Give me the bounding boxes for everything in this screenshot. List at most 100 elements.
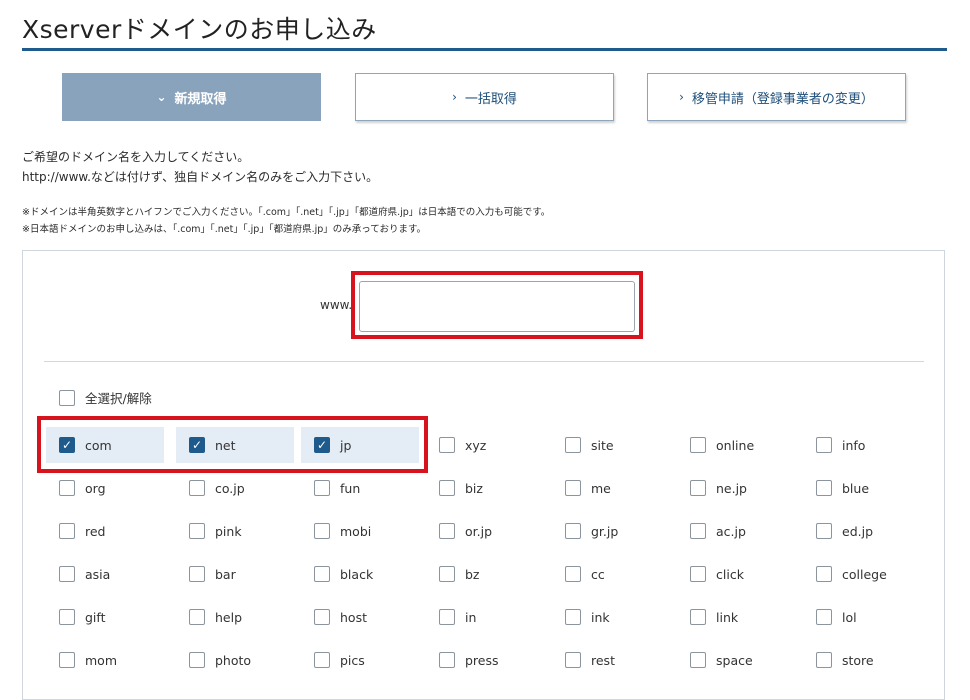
instruction-line-2: http://www.などは付けず、独自ドメイン名のみをご入力下さい。: [22, 170, 379, 184]
checkbox-icon: [439, 609, 455, 625]
tld-label: net: [215, 437, 236, 453]
tld-checkbox[interactable]: in: [439, 609, 476, 625]
checkbox-icon: [816, 480, 832, 496]
tld-checkbox[interactable]: bar: [189, 566, 236, 582]
checkbox-icon: [314, 523, 330, 539]
tld-label: red: [85, 523, 106, 539]
tld-label: store: [842, 652, 874, 668]
tld-label: xyz: [465, 437, 487, 453]
tld-checkbox[interactable]: host: [314, 609, 367, 625]
checkmark-icon: ✓: [189, 437, 205, 453]
tld-checkbox[interactable]: store: [816, 652, 874, 668]
tld-checkbox[interactable]: mobi: [314, 523, 371, 539]
tld-checkbox[interactable]: rest: [565, 652, 615, 668]
tab-label: 新規取得: [174, 91, 227, 107]
tld-checkbox[interactable]: asia: [59, 566, 110, 582]
tld-label: asia: [85, 566, 111, 582]
tld-checkbox[interactable]: or.jp: [439, 523, 492, 539]
tld-checkbox[interactable]: red: [59, 523, 106, 539]
tld-label: ink: [591, 609, 610, 625]
tld-label: lol: [842, 609, 857, 625]
tld-checkbox[interactable]: ✓ net: [189, 437, 236, 453]
tab-transfer-request[interactable]: › 移管申請（登録事業者の変更）: [647, 73, 906, 121]
tld-checkbox[interactable]: ✓ com: [59, 437, 112, 453]
tld-checkbox[interactable]: ✓ jp: [314, 437, 351, 453]
tld-label: blue: [842, 480, 870, 496]
instruction-line-1: ご希望のドメイン名を入力してください。: [22, 150, 250, 164]
tld-label: biz: [465, 480, 483, 496]
checkbox-icon: [59, 480, 75, 496]
tab-new-registration[interactable]: ⌄ 新規取得: [62, 73, 321, 121]
tab-bulk-registration[interactable]: › 一括取得: [355, 73, 614, 121]
checkbox-icon: [690, 523, 706, 539]
checkbox-icon: [59, 609, 75, 625]
tld-label: jp: [340, 437, 352, 453]
tld-label: com: [85, 437, 112, 453]
checkbox-icon: [59, 652, 75, 668]
tld-checkbox[interactable]: black: [314, 566, 373, 582]
tld-checkbox[interactable]: lol: [816, 609, 857, 625]
tld-checkbox[interactable]: online: [690, 437, 754, 453]
checkbox-icon: [690, 609, 706, 625]
tld-checkbox[interactable]: info: [816, 437, 865, 453]
tld-label: college: [842, 566, 887, 582]
checkbox-icon: [565, 437, 581, 453]
tld-checkbox[interactable]: college: [816, 566, 887, 582]
tld-label: or.jp: [465, 523, 493, 539]
checkbox-icon: [690, 652, 706, 668]
tld-checkbox[interactable]: bz: [439, 566, 480, 582]
checkbox-icon: [439, 523, 455, 539]
tld-checkbox[interactable]: me: [565, 480, 611, 496]
title-divider: [22, 48, 947, 51]
tld-label: mobi: [340, 523, 372, 539]
tld-checkbox[interactable]: fun: [314, 480, 360, 496]
checkbox-icon: [690, 437, 706, 453]
tld-checkbox[interactable]: ink: [565, 609, 610, 625]
checkbox-icon: [314, 609, 330, 625]
tld-label: co.jp: [215, 480, 245, 496]
tld-checkbox[interactable]: gr.jp: [565, 523, 618, 539]
tld-label: pics: [340, 652, 365, 668]
tld-checkbox[interactable]: mom: [59, 652, 117, 668]
tld-checkbox[interactable]: space: [690, 652, 753, 668]
checkbox-icon: [816, 523, 832, 539]
checkbox-icon: [189, 523, 205, 539]
tld-checkbox[interactable]: help: [189, 609, 242, 625]
tld-checkbox[interactable]: pink: [189, 523, 242, 539]
checkbox-icon: [314, 566, 330, 582]
note-line-1: ※ドメインは半角英数字とハイフンでご入力ください。「.com」「.net」「.j…: [22, 207, 551, 218]
domain-name-input[interactable]: [359, 281, 635, 332]
note-line-2: ※日本語ドメインのお申し込みは、「.com」「.net」「.jp」「都道府県.j…: [22, 224, 427, 235]
tld-label: fun: [340, 480, 361, 496]
chevron-right-icon: ›: [679, 90, 684, 104]
checkbox-icon: [565, 566, 581, 582]
tld-checkbox[interactable]: org: [59, 480, 106, 496]
tld-checkbox[interactable]: gift: [59, 609, 106, 625]
tld-checkbox[interactable]: site: [565, 437, 614, 453]
checkbox-icon: [565, 609, 581, 625]
tld-label: ne.jp: [716, 480, 747, 496]
tld-label: click: [716, 566, 744, 582]
tld-label: bar: [215, 566, 236, 582]
select-all-label: 全選択/解除: [85, 391, 152, 406]
tld-checkbox[interactable]: link: [690, 609, 738, 625]
tld-checkbox[interactable]: blue: [816, 480, 869, 496]
tld-checkbox[interactable]: ne.jp: [690, 480, 747, 496]
tld-checkbox[interactable]: press: [439, 652, 499, 668]
select-all-checkbox[interactable]: 全選択/解除: [59, 388, 152, 407]
tld-label: space: [716, 652, 753, 668]
tld-checkbox[interactable]: co.jp: [189, 480, 245, 496]
tld-checkbox[interactable]: ac.jp: [690, 523, 746, 539]
tld-label: bz: [465, 566, 480, 582]
tld-checkbox[interactable]: ed.jp: [816, 523, 873, 539]
checkbox-icon: [314, 480, 330, 496]
tld-checkbox[interactable]: xyz: [439, 437, 486, 453]
tld-checkbox[interactable]: biz: [439, 480, 483, 496]
tld-checkbox[interactable]: pics: [314, 652, 365, 668]
tld-label: org: [85, 480, 106, 496]
tld-checkbox[interactable]: cc: [565, 566, 605, 582]
tld-checkbox[interactable]: click: [690, 566, 744, 582]
tld-checkbox[interactable]: photo: [189, 652, 251, 668]
tld-label: cc: [591, 566, 605, 582]
checkbox-icon: [690, 566, 706, 582]
